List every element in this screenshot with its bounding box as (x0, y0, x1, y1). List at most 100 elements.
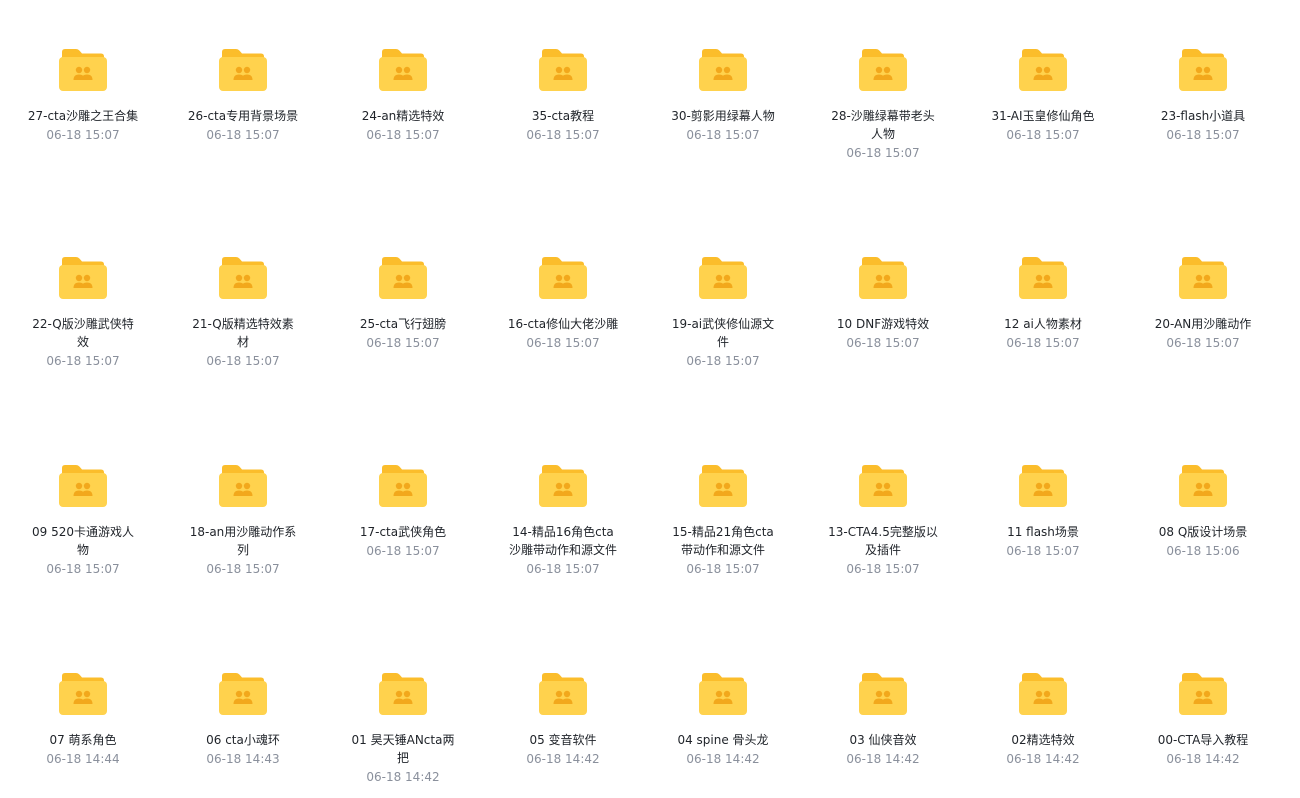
folder-modified-date: 06-18 15:07 (686, 562, 760, 576)
folder-item[interactable]: 19-ai武侠修仙源文件 06-18 15:07 (663, 256, 783, 369)
folder-item[interactable]: 10 DNF游戏特效 06-18 15:07 (823, 256, 943, 351)
folder-modified-date: 06-18 15:07 (206, 562, 280, 576)
folder-grid: 27-cta沙雕之王合集 06-18 15:07 26-cta专用背景场景 06-18… (0, 0, 1300, 798)
folder-modified-date: 06-18 15:07 (526, 562, 600, 576)
folder-item[interactable]: 07 萌系角色 06-18 14:44 (23, 672, 143, 767)
folder-item[interactable]: 35-cta教程 06-18 15:07 (503, 48, 623, 143)
folder-modified-date: 06-18 14:42 (526, 752, 600, 766)
folder-name: 12 ai人物素材 (1004, 317, 1082, 331)
shared-folder-icon (379, 49, 427, 91)
folder-name: 17-cta武侠角色 (359, 525, 447, 539)
shared-folder-icon (859, 49, 907, 91)
shared-folder-icon (219, 257, 267, 299)
folder-modified-date: 06-18 14:42 (686, 752, 760, 766)
folder-name: 13-CTA4.5完整版以及插件 (828, 525, 938, 557)
folder-modified-date: 06-18 15:07 (846, 146, 920, 160)
folder-item[interactable]: 06 cta小魂环 06-18 14:43 (183, 672, 303, 767)
shared-folder-icon (1179, 673, 1227, 715)
folder-item[interactable]: 02精选特效 06-18 14:42 (983, 672, 1103, 767)
folder-item[interactable]: 09 520卡通游戏人物 06-18 15:07 (23, 464, 143, 577)
folder-modified-date: 06-18 15:07 (46, 128, 120, 142)
folder-item[interactable]: 00-CTA导入教程 06-18 14:42 (1143, 672, 1263, 767)
shared-folder-icon (379, 257, 427, 299)
folder-modified-date: 06-18 14:43 (206, 752, 280, 766)
folder-name: 08 Q版设计场景 (1158, 525, 1248, 539)
shared-folder-icon (59, 673, 107, 715)
shared-folder-icon (1179, 257, 1227, 299)
folder-name: 24-an精选特效 (361, 109, 445, 123)
folder-modified-date: 06-18 15:07 (206, 128, 280, 142)
folder-item[interactable]: 31-AI玉皇修仙角色 06-18 15:07 (983, 48, 1103, 143)
shared-folder-icon (219, 465, 267, 507)
folder-item[interactable]: 17-cta武侠角色 06-18 15:07 (343, 464, 463, 559)
shared-folder-icon (699, 49, 747, 91)
folder-name: 31-AI玉皇修仙角色 (991, 109, 1095, 123)
folder-item[interactable]: 12 ai人物素材 06-18 15:07 (983, 256, 1103, 351)
folder-name: 35-cta教程 (531, 109, 595, 123)
shared-folder-icon (1019, 49, 1067, 91)
folder-modified-date: 06-18 15:07 (1006, 544, 1080, 558)
shared-folder-icon (1019, 465, 1067, 507)
folder-modified-date: 06-18 14:42 (1166, 752, 1240, 766)
folder-modified-date: 06-18 15:07 (686, 128, 760, 142)
folder-modified-date: 06-18 15:07 (1006, 336, 1080, 350)
folder-modified-date: 06-18 15:07 (46, 562, 120, 576)
folder-name: 09 520卡通游戏人物 (32, 525, 134, 557)
folder-item[interactable]: 21-Q版精选特效素材 06-18 15:07 (183, 256, 303, 369)
folder-name: 28-沙雕绿幕带老头人物 (831, 109, 935, 141)
folder-modified-date: 06-18 14:44 (46, 752, 120, 766)
folder-name: 21-Q版精选特效素材 (192, 317, 294, 349)
folder-item[interactable]: 24-an精选特效 06-18 15:07 (343, 48, 463, 143)
shared-folder-icon (219, 49, 267, 91)
shared-folder-icon (539, 49, 587, 91)
folder-modified-date: 06-18 15:07 (366, 128, 440, 142)
shared-folder-icon (699, 465, 747, 507)
folder-item[interactable]: 30-剪影用绿幕人物 06-18 15:07 (663, 48, 783, 143)
folder-name: 06 cta小魂环 (206, 733, 280, 747)
folder-item[interactable]: 28-沙雕绿幕带老头人物 06-18 15:07 (823, 48, 943, 161)
folder-modified-date: 06-18 14:42 (366, 770, 440, 784)
folder-item[interactable]: 18-an用沙雕动作系列 06-18 15:07 (183, 464, 303, 577)
folder-item[interactable]: 15-精品21角色cta带动作和源文件 06-18 15:07 (663, 464, 783, 577)
folder-modified-date: 06-18 15:07 (366, 336, 440, 350)
folder-name: 00-CTA导入教程 (1157, 733, 1249, 747)
folder-name: 20-AN用沙雕动作 (1154, 317, 1252, 331)
shared-folder-icon (219, 673, 267, 715)
folder-item[interactable]: 03 仙侠音效 06-18 14:42 (823, 672, 943, 767)
folder-item[interactable]: 13-CTA4.5完整版以及插件 06-18 15:07 (823, 464, 943, 577)
shared-folder-icon (859, 257, 907, 299)
shared-folder-icon (1179, 49, 1227, 91)
folder-item[interactable]: 14-精品16角色cta沙雕带动作和源文件 06-18 15:07 (503, 464, 623, 577)
folder-name: 03 仙侠音效 (849, 733, 917, 747)
folder-item[interactable]: 16-cta修仙大佬沙雕 06-18 15:07 (503, 256, 623, 351)
folder-item[interactable]: 22-Q版沙雕武侠特效 06-18 15:07 (23, 256, 143, 369)
folder-item[interactable]: 04 spine 骨头龙 06-18 14:42 (663, 672, 783, 767)
folder-item[interactable]: 01 昊天锤ANcta两把 06-18 14:42 (343, 672, 463, 785)
folder-item[interactable]: 25-cta飞行翅膀 06-18 15:07 (343, 256, 463, 351)
folder-item[interactable]: 26-cta专用背景场景 06-18 15:07 (183, 48, 303, 143)
shared-folder-icon (699, 673, 747, 715)
folder-modified-date: 06-18 15:07 (526, 128, 600, 142)
folder-modified-date: 06-18 15:07 (1006, 128, 1080, 142)
folder-item[interactable]: 20-AN用沙雕动作 06-18 15:07 (1143, 256, 1263, 351)
folder-modified-date: 06-18 15:07 (686, 354, 760, 368)
folder-name: 02精选特效 (1011, 733, 1075, 747)
folder-item[interactable]: 08 Q版设计场景 06-18 15:06 (1143, 464, 1263, 559)
folder-item[interactable]: 11 flash场景 06-18 15:07 (983, 464, 1103, 559)
folder-modified-date: 06-18 15:06 (1166, 544, 1240, 558)
folder-name: 01 昊天锤ANcta两把 (351, 733, 455, 765)
folder-name: 07 萌系角色 (49, 733, 117, 747)
folder-modified-date: 06-18 15:07 (46, 354, 120, 368)
folder-item[interactable]: 05 变音软件 06-18 14:42 (503, 672, 623, 767)
shared-folder-icon (1179, 465, 1227, 507)
folder-name: 30-剪影用绿幕人物 (671, 109, 775, 123)
shared-folder-icon (539, 673, 587, 715)
folder-name: 18-an用沙雕动作系列 (189, 525, 297, 557)
folder-modified-date: 06-18 15:07 (366, 544, 440, 558)
folder-name: 14-精品16角色cta沙雕带动作和源文件 (508, 525, 617, 557)
shared-folder-icon (859, 465, 907, 507)
folder-item[interactable]: 23-flash小道具 06-18 15:07 (1143, 48, 1263, 143)
folder-item[interactable]: 27-cta沙雕之王合集 06-18 15:07 (23, 48, 143, 143)
shared-folder-icon (59, 465, 107, 507)
folder-modified-date: 06-18 15:07 (1166, 336, 1240, 350)
